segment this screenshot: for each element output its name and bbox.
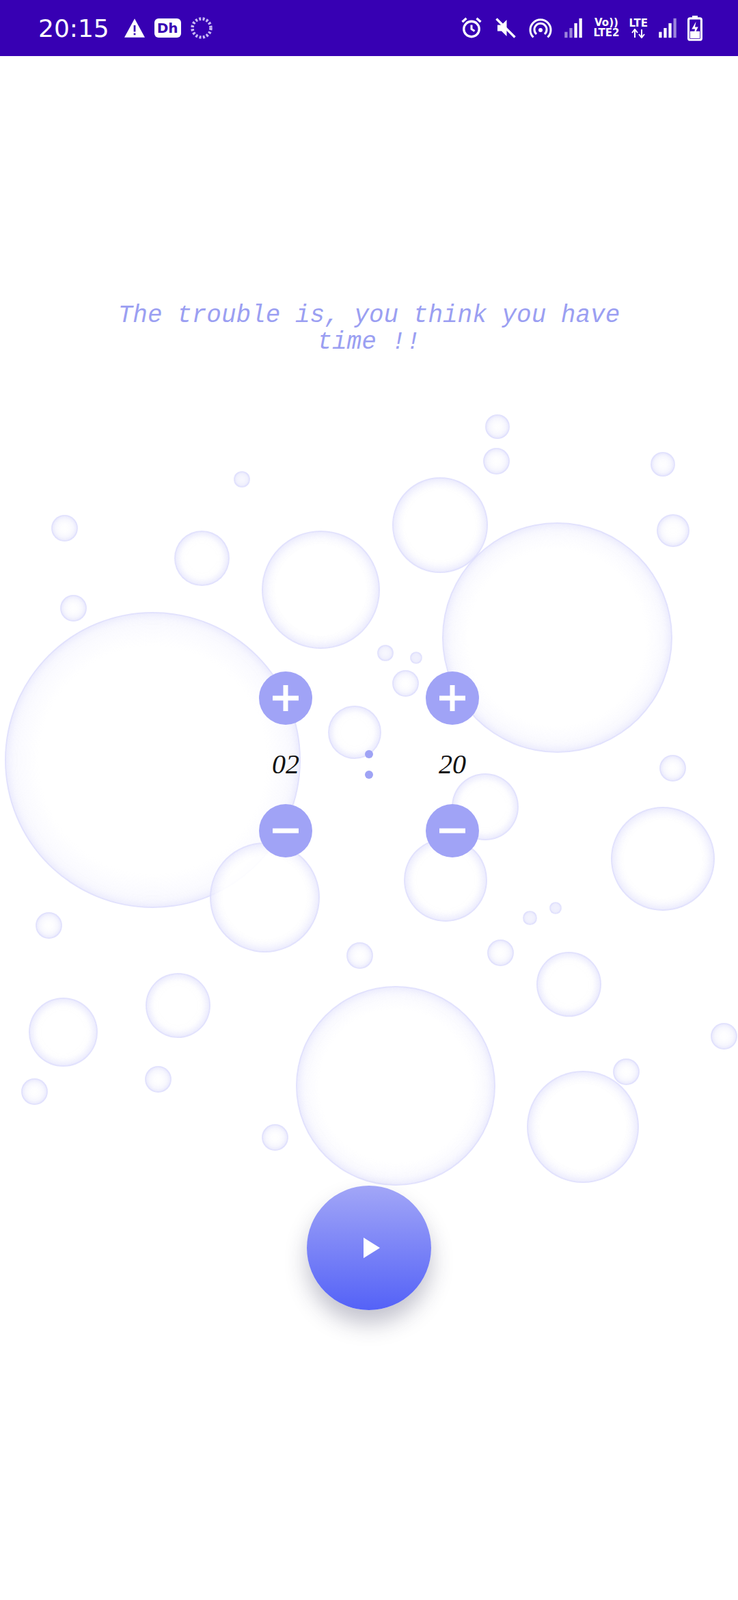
bubble [650, 451, 676, 477]
bubble [295, 985, 496, 1185]
bubble [612, 1057, 640, 1085]
seconds-value: 20 [438, 744, 467, 784]
warning-icon [123, 17, 147, 39]
mute-icon [493, 15, 518, 41]
bubble [485, 414, 510, 439]
bubble [28, 996, 98, 1066]
bubble [346, 941, 374, 969]
signal-icon [657, 16, 678, 40]
timer-picker: 02 20 [243, 671, 495, 857]
plus-icon [425, 671, 480, 725]
bubble [328, 705, 382, 759]
minus-icon [425, 803, 480, 857]
quote-text: The trouble is, you think you have time … [95, 302, 643, 356]
bubble [487, 938, 514, 966]
bubble [442, 522, 673, 753]
bubble [21, 1077, 48, 1105]
bubble [261, 1123, 289, 1151]
bubble [174, 530, 230, 586]
hotspot-icon [527, 15, 554, 41]
bubble [35, 911, 63, 939]
bubble [410, 651, 423, 664]
plus-icon [258, 671, 313, 725]
data-arrows-icon [630, 28, 646, 39]
bubble [392, 669, 419, 697]
status-time: 20:15 [38, 14, 110, 43]
minus-icon [258, 803, 313, 857]
bubble [659, 754, 687, 782]
bubble [522, 910, 538, 925]
bubble [610, 806, 715, 911]
bubble [656, 513, 690, 547]
volte-indicator: Vo)) LTE2 [593, 17, 620, 39]
bubble [526, 1070, 639, 1183]
lte-indicator: LTE [628, 18, 648, 39]
minutes-value: 02 [271, 744, 300, 784]
status-bar: 20:15 Dh Vo)) LTE2 LTE [0, 0, 738, 57]
bubble [209, 841, 320, 952]
seconds-decrease-button[interactable] [425, 803, 480, 857]
bubble [145, 972, 211, 1038]
minutes-increase-button[interactable] [258, 671, 313, 725]
bubble [483, 447, 510, 475]
bubble [60, 594, 87, 622]
signal-icon [563, 16, 584, 40]
bubble [4, 611, 301, 908]
bubble [51, 514, 78, 542]
bubble [392, 476, 488, 573]
play-button[interactable] [306, 1184, 432, 1310]
timer-screen: 20:15 Dh Vo)) LTE2 LTE The trouble is, y… [0, 0, 738, 1599]
bubble [549, 901, 562, 914]
bubble [144, 1065, 172, 1092]
play-icon [356, 1233, 385, 1261]
battery-charging-icon [687, 15, 703, 41]
time-separator [364, 749, 374, 779]
sync-icon [189, 15, 214, 41]
alarm-icon [459, 15, 484, 41]
minutes-decrease-button[interactable] [258, 803, 313, 857]
bubble [233, 470, 251, 488]
seconds-increase-button[interactable] [425, 671, 480, 725]
bubble [536, 951, 602, 1017]
bubble [377, 644, 394, 661]
app-badge: Dh [154, 18, 182, 38]
bubble [710, 1022, 738, 1049]
bubble-background [0, 0, 738, 1599]
bubble [261, 530, 380, 649]
